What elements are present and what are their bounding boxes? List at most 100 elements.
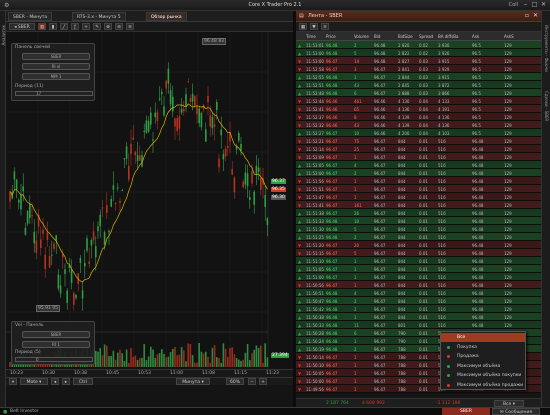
maximize-icon[interactable]: □ <box>530 1 539 9</box>
panel-button-mm[interactable]: MM 1 <box>22 73 90 80</box>
zoom-out-icon[interactable]: − <box>248 378 256 385</box>
settings-icon[interactable]: ≡ <box>126 23 134 30</box>
sidebar-label-trades[interactable]: Сделки - SBER <box>544 91 549 121</box>
mode-select[interactable]: Mote ▾ <box>20 378 48 385</box>
sell-arrow-icon: ▼ <box>298 194 302 200</box>
table-row[interactable]: ▼ 11:52:41 96.46 65 96.46 4 136 0.04 4 191 96.5 1… <box>296 105 541 113</box>
table-row[interactable]: ▲ 11:53:01 96.48 2 96.48 2 820 0.02 3 930 96.5 12… <box>296 41 541 49</box>
zoom-out-icon[interactable]: ⊖ <box>115 23 123 30</box>
chart-type-icon[interactable]: ▥ <box>38 23 46 30</box>
tab-rts-minute[interactable]: RTS-3.x - Минута 5 <box>72 12 126 21</box>
grid-icon[interactable]: ▦ <box>299 23 307 30</box>
line-icon[interactable]: ╱ <box>60 23 68 30</box>
table-row[interactable]: ▲ 11:50:42 96.48 2 96.47 844 0.01 516 96.48 129 <box>296 305 541 313</box>
crosshair-icon[interactable]: + <box>82 23 90 30</box>
menu-item[interactable]: Продажа <box>441 352 525 361</box>
messages-button[interactable]: ✉ Сообщения <box>492 408 540 415</box>
table-row[interactable]: ▲ 11:52:00 96.47 2 96.47 844 0.01 516 96.48 129 <box>296 169 541 177</box>
column-header[interactable]: AskS <box>504 34 514 39</box>
zoom-level[interactable]: 60% <box>226 378 244 385</box>
period-select[interactable]: Минута ▾ <box>176 378 210 385</box>
menu-item[interactable]: Покупка <box>441 343 525 352</box>
table-row[interactable]: ▲ 11:52:51 96.48 43 96.47 2 845 0.03 3 872 96.5 1… <box>296 81 541 89</box>
filter-icon[interactable]: ▼ <box>310 23 318 30</box>
table-row[interactable]: ▼ 11:51:56 96.47 1 96.47 844 0.01 516 96.48 129 <box>296 177 541 185</box>
column-header[interactable]: Volume <box>354 34 369 39</box>
zoom-in-icon[interactable]: + <box>259 378 267 385</box>
table-row[interactable]: ▲ 11:50:47 96.48 2 96.47 844 0.01 516 96.48 129 <box>296 297 541 305</box>
table-row[interactable]: ▼ 11:51:47 96.47 1 96.47 844 0.01 516 96.48 129 <box>296 193 541 201</box>
cell-bid: 96.47 <box>374 314 386 320</box>
column-header[interactable]: Ask <box>472 34 479 39</box>
ctrl-button[interactable]: Ctrl <box>73 378 93 385</box>
tab-market-overview[interactable]: Обзор рынка <box>146 12 187 21</box>
column-header[interactable]: BA diffsBa <box>438 34 458 39</box>
candles-icon[interactable]: ▮ <box>49 23 57 30</box>
table-row[interactable]: ▼ 11:50:56 96.47 1 96.47 844 0.01 516 96.48 129 <box>296 281 541 289</box>
table-row[interactable]: ▼ 11:52:44 96.46 461 96.46 4 130 0.04 4 133 96.5… <box>296 97 541 105</box>
table-row[interactable]: ▼ 11:53:00 96.47 14 96.48 2 827 0.03 3 915 96.5 1… <box>296 57 541 65</box>
column-header[interactable]: Time <box>306 34 316 39</box>
indicator-icon[interactable]: ƒ <box>71 23 79 30</box>
period-slider[interactable]: 17 <box>15 91 93 96</box>
table-row[interactable]: ▲ 11:50:51 96.48 4 96.47 844 0.01 516 96.48 129 <box>296 289 541 297</box>
panel-button-ri[interactable]: RI xl <box>22 63 90 70</box>
table-row[interactable]: ▲ 11:51:25 96.48 2 96.47 844 0.01 516 96.48 129 <box>296 233 541 241</box>
table-row[interactable]: ▲ 11:52:27 96.47 10 96.46 4 200 0.04 4 103 96.5 1… <box>296 129 541 137</box>
collection-label[interactable]: Coll <box>509 2 518 8</box>
arrow-left-icon[interactable]: ◂ <box>51 378 59 385</box>
cell-spread: 0.03 <box>419 90 428 96</box>
settings-icon[interactable]: ≡ <box>321 23 329 30</box>
draw-icon[interactable]: ✎ <box>93 23 101 30</box>
column-header[interactable]: Price <box>326 34 336 39</box>
table-row[interactable]: ▼ 11:51:51 96.47 1 96.47 844 0.01 516 96.48 129 <box>296 185 541 193</box>
period-slider[interactable]: 0 <box>15 357 93 362</box>
column-header[interactable]: BidSize <box>398 34 413 39</box>
table-row[interactable]: ▲ 11:53:00 96.48 5 96.48 2 822 0.02 3 926 96.5 12… <box>296 49 541 57</box>
table-row[interactable]: ▲ 11:52:48 96.48 6 96.47 2 888 0.03 3 866 96.5 12… <box>296 89 541 97</box>
table-row[interactable]: ▼ 11:51:41 96.47 161 96.47 844 0.01 516 96.48 129 <box>296 201 541 209</box>
ticker-select[interactable]: ◂ SBER <box>9 23 35 30</box>
menu-item[interactable]: Максимум объёма продажи <box>441 381 525 390</box>
table-row[interactable]: ▲ 11:52:05 96.47 4 96.47 844 0.01 516 96.48 129 <box>296 161 541 169</box>
sidebar-label-analytics[interactable]: Аналитик <box>1 25 6 45</box>
menu-item[interactable]: Максимум объёма <box>441 362 525 371</box>
close-icon[interactable]: ✕ <box>533 12 538 19</box>
table-row[interactable]: ▲ 11:51:10 96.47 1 96.47 844 0.01 516 96.48 129 <box>296 257 541 265</box>
table-row[interactable]: ▼ 11:52:58 96.47 3 96.47 2 841 0.03 3 929 96.5 12… <box>296 65 541 73</box>
table-row[interactable]: ▲ 11:50:38 96.48 1 96.47 844 0.01 516 96.48 129 <box>296 313 541 321</box>
column-header[interactable]: Spread <box>419 34 433 39</box>
table-row[interactable]: ▼ 11:52:14 96.47 25 96.47 844 0.01 516 96.48 129 <box>296 145 541 153</box>
panel-button-ri[interactable]: RI 1 <box>22 341 90 348</box>
ticker-button[interactable]: SBER <box>442 408 490 415</box>
close-icon[interactable]: ✕ <box>539 1 548 9</box>
table-row[interactable]: ▼ 11:51:20 96.47 20 96.47 844 0.01 516 96.48 129 <box>296 241 541 249</box>
panel-button-sber[interactable]: SBER <box>22 331 90 338</box>
menu-item[interactable]: Все <box>441 333 525 342</box>
price-chart[interactable]: 96.37 96.35 96.30 96.48 83 95.91 05 27.3… <box>6 32 293 377</box>
table-row[interactable]: ▼ 11:52:21 96.47 75 96.47 844 0.01 516 96.48 129 <box>296 137 541 145</box>
table-row[interactable]: ▲ 11:51:00 96.47 1 96.47 844 0.01 516 96.48 129 <box>296 273 541 281</box>
pin-icon[interactable]: ▫ <box>525 12 529 19</box>
sidebar-label-instruments[interactable]: Инструменты - Фьючи <box>544 25 549 72</box>
table-row[interactable]: ▼ 11:52:37 96.46 8 96.46 4 139 0.04 4 136 96.5 12… <box>296 113 541 121</box>
table-row[interactable]: ▼ 11:52:09 96.47 1 96.47 844 0.01 516 96.48 129 <box>296 153 541 161</box>
zoom-in-icon[interactable]: ⊕ <box>104 23 112 30</box>
table-row[interactable]: ▲ 11:52:55 96.48 1 96.47 2 844 0.03 3 915 96.5 12… <box>296 73 541 81</box>
crosshair-icon[interactable]: ⌖ <box>9 378 17 385</box>
table-row[interactable]: ▲ 11:50:33 96.48 11 96.47 801 0.01 516 96.48 129 <box>296 321 541 329</box>
menu-item[interactable]: Максимум объёма покупки <box>441 371 525 380</box>
filter-select[interactable]: Все ▾ <box>494 400 524 407</box>
column-header[interactable]: Bid <box>374 34 380 39</box>
table-row[interactable]: ▲ 11:51:30 96.48 5 96.47 844 0.01 516 96.48 129 <box>296 225 541 233</box>
trades-header: ▤ Лента - SBER ▫ ✕ <box>296 11 541 22</box>
table-row[interactable]: ▼ 11:51:15 96.47 5 96.47 844 0.01 516 96.48 129 <box>296 249 541 257</box>
tab-sber-minute[interactable]: SBER - Минута <box>8 12 53 21</box>
arrow-right-icon[interactable]: ▸ <box>62 378 70 385</box>
panel-button-sber[interactable]: SBER <box>22 53 90 60</box>
table-row[interactable]: ▲ 11:51:33 96.48 10 96.47 844 0.01 516 96.48 129 <box>296 217 541 225</box>
table-row[interactable]: ▲ 11:51:05 96.47 1 96.47 844 0.01 516 96.48 129 <box>296 265 541 273</box>
table-row[interactable]: ▲ 11:51:38 96.47 26 96.47 844 0.01 516 96.48 129 <box>296 209 541 217</box>
minimize-icon[interactable]: ‒ <box>521 1 530 9</box>
table-row[interactable]: ▼ 11:52:32 96.46 43 96.46 4 139 0.04 4 136 96.5 1… <box>296 121 541 129</box>
